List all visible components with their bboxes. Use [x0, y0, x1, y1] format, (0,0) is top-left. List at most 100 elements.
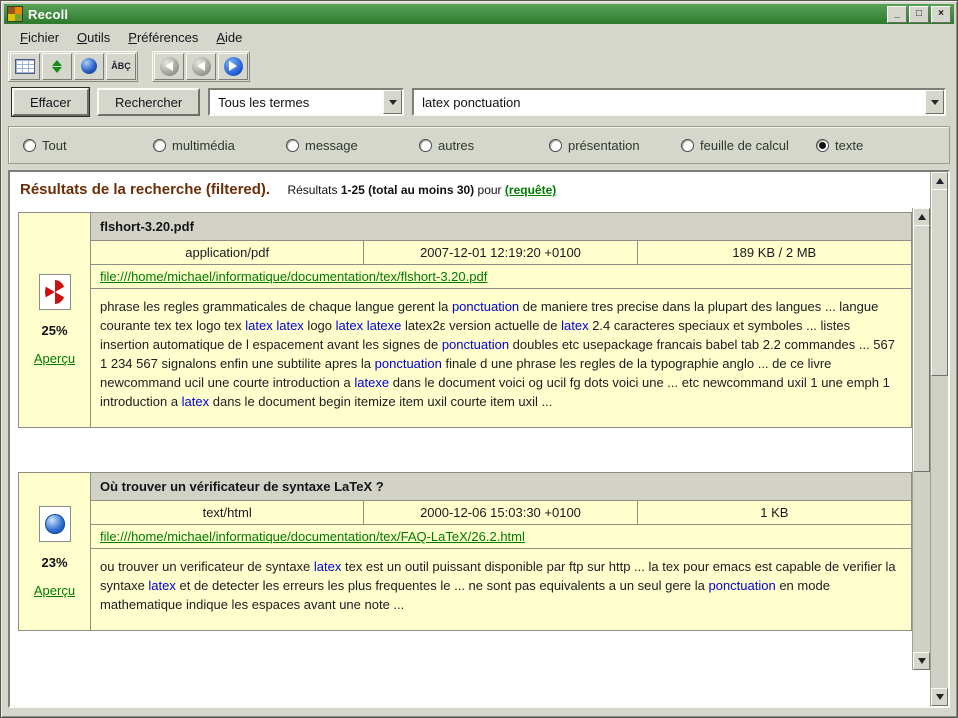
- filter-autres[interactable]: autres: [419, 138, 549, 153]
- results-pane: Résultats de la recherche (filtered). Ré…: [8, 170, 950, 708]
- highlight-term: latex: [314, 559, 341, 574]
- results-scrollbar-outer[interactable]: [930, 172, 948, 706]
- scrollbar-thumb[interactable]: [931, 189, 948, 376]
- scroll-up-button[interactable]: [913, 208, 930, 226]
- radio-label: message: [305, 138, 358, 153]
- snippet-text: ou trouver un verificateur de syntaxe: [100, 559, 314, 574]
- radio-icon: [419, 139, 432, 152]
- next-page-button[interactable]: [218, 53, 248, 80]
- clear-button[interactable]: Effacer: [12, 88, 89, 116]
- term-mode-select[interactable]: Tous les termes: [208, 88, 404, 116]
- radio-icon: [23, 139, 36, 152]
- maximize-button[interactable]: □: [909, 6, 929, 23]
- result-mime-type: text/html: [91, 501, 364, 524]
- menu-preferences[interactable]: Préférences: [119, 28, 207, 47]
- globe-icon: [45, 514, 65, 534]
- sort-order-button[interactable]: [42, 53, 72, 80]
- preview-link[interactable]: Aperçu: [34, 351, 75, 366]
- menu-outils[interactable]: Outils: [68, 28, 119, 47]
- snippet-text: dans le document begin itemize item uxil…: [209, 394, 552, 409]
- filter-multimedia[interactable]: multimédia: [153, 138, 286, 153]
- filter-feuille-de-calcul[interactable]: feuille de calcul: [681, 138, 816, 153]
- scroll-down-button[interactable]: [931, 688, 948, 706]
- highlight-term: ponctuation: [375, 356, 442, 371]
- left-arrow-icon: [160, 57, 179, 76]
- radio-icon: [286, 139, 299, 152]
- result-mime-type: application/pdf: [91, 241, 364, 264]
- pdf-file-icon: [39, 274, 71, 310]
- result-date: 2000-12-06 15:03:30 +0100: [364, 501, 637, 524]
- search-button[interactable]: Rechercher: [97, 88, 200, 116]
- result-url-link[interactable]: file:///home/michael/informatique/docume…: [100, 529, 525, 544]
- scroll-down-button[interactable]: [913, 652, 930, 670]
- scroll-up-button[interactable]: [931, 172, 948, 190]
- search-input[interactable]: [416, 90, 924, 114]
- first-page-button[interactable]: [154, 53, 184, 80]
- spell-expand-button[interactable]: ÂBÇ: [106, 53, 136, 80]
- snippet-text: et de detecter les erreurs les plus freq…: [176, 578, 709, 593]
- filter-category-frame: Tout multimédia message autres présentation f…: [8, 126, 950, 164]
- relevance-percent: 25%: [41, 323, 67, 338]
- snippet-text: phrase les regles grammaticales de chaqu…: [100, 299, 452, 314]
- radio-label: Tout: [42, 138, 67, 153]
- result-snippet: ou trouver un verificateur de syntaxe la…: [91, 549, 911, 630]
- highlight-term: ponctuation: [442, 337, 509, 352]
- filter-message[interactable]: message: [286, 138, 419, 153]
- results-header: Résultats de la recherche (filtered). Ré…: [10, 172, 948, 198]
- result-side-panel: 25% Aperçu: [19, 213, 91, 427]
- results-pour-label: pour: [478, 183, 502, 197]
- show-results-table-button[interactable]: [10, 53, 40, 80]
- title-bar[interactable]: Recoll _ □ ×: [4, 4, 954, 24]
- query-combo[interactable]: [412, 88, 946, 116]
- radio-icon: [153, 139, 166, 152]
- search-row: Effacer Rechercher Tous les termes: [12, 88, 946, 116]
- chevron-down-icon[interactable]: [383, 90, 402, 114]
- result-url-row: file:///home/michael/informatique/docume…: [91, 525, 911, 549]
- result-url-link[interactable]: file:///home/michael/informatique/docume…: [100, 269, 487, 284]
- result-body: flshort-3.20.pdfapplication/pdf2007-12-0…: [91, 213, 911, 427]
- query-link[interactable]: (requête): [505, 183, 556, 197]
- highlight-term: latex: [561, 318, 588, 333]
- sphere-icon: [81, 58, 97, 74]
- close-button[interactable]: ×: [931, 6, 951, 23]
- results-list: 25% Aperçu flshort-3.20.pdfapplication/pdf…: [10, 198, 948, 631]
- toolbar-group-actions: ÂBÇ: [8, 51, 138, 82]
- snippet-text: latex2ε version actuelle de: [401, 318, 561, 333]
- result-item: 23% Aperçu Où trouver un vérificateur de s…: [18, 472, 912, 631]
- result-meta-row: application/pdf2007-12-01 12:19:20 +0100…: [91, 241, 911, 265]
- snippet-text: logo: [304, 318, 336, 333]
- result-title[interactable]: flshort-3.20.pdf: [91, 213, 911, 241]
- term-mode-value: Tous les termes: [210, 95, 317, 110]
- preview-link[interactable]: Aperçu: [34, 583, 75, 598]
- html-file-icon: [39, 506, 71, 542]
- term-explorer-button[interactable]: [74, 53, 104, 80]
- pdf-logo-mark: [45, 280, 65, 304]
- chevron-down-icon[interactable]: [925, 90, 944, 114]
- menu-aide[interactable]: Aide: [207, 28, 251, 47]
- menu-fichier[interactable]: Fichier: [11, 28, 68, 47]
- filter-texte[interactable]: texte: [816, 138, 949, 153]
- result-title[interactable]: Où trouver un vérificateur de syntaxe La…: [91, 473, 911, 501]
- previous-page-button[interactable]: [186, 53, 216, 80]
- filter-tout[interactable]: Tout: [23, 138, 153, 153]
- table-icon: [15, 59, 35, 74]
- result-date: 2007-12-01 12:19:20 +0100: [364, 241, 637, 264]
- scrollbar-thumb[interactable]: [913, 225, 930, 472]
- highlight-term: latexe: [354, 375, 389, 390]
- filter-presentation[interactable]: présentation: [549, 138, 681, 153]
- radio-label: présentation: [568, 138, 640, 153]
- right-arrow-icon: [224, 57, 243, 76]
- result-url-row: file:///home/michael/informatique/docume…: [91, 265, 911, 289]
- radio-label: texte: [835, 138, 863, 153]
- results-scrollbar-inner[interactable]: [912, 208, 930, 670]
- result-meta-row: text/html2000-12-06 15:03:30 +01001 KB: [91, 501, 911, 525]
- highlight-term: ponctuation: [708, 578, 775, 593]
- result-size: 1 KB: [638, 501, 911, 524]
- result-snippet: phrase les regles grammaticales de chaqu…: [91, 289, 911, 427]
- minimize-button[interactable]: _: [887, 6, 907, 23]
- highlight-term: latex: [182, 394, 209, 409]
- result-body: Où trouver un vérificateur de syntaxe La…: [91, 473, 911, 630]
- radio-icon: [549, 139, 562, 152]
- relevance-percent: 23%: [41, 555, 67, 570]
- toolbar-group-navigation: [152, 51, 250, 82]
